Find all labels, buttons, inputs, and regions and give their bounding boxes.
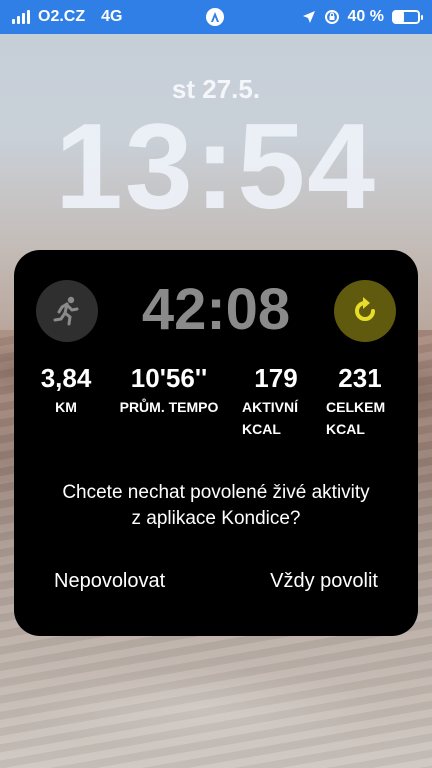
stat-label: CELKEM KCAL	[326, 399, 386, 437]
accessibility-icon	[206, 8, 224, 26]
stat-total-kcal: 231 CELKEM KCAL	[324, 362, 396, 440]
stat-value: 10'56''	[130, 363, 208, 393]
stat-distance: 3,84 KM	[34, 362, 98, 418]
stat-value: 179	[254, 363, 298, 393]
battery-percentage: 40 %	[347, 8, 384, 25]
status-left: O2.CZ 4G	[12, 8, 122, 26]
workout-stats: 3,84 KM 10'56'' PRŮM. TEMPO 179 AKTIVNÍ …	[34, 362, 404, 442]
stat-label: PRŮM. TEMPO	[119, 399, 219, 415]
status-bar: O2.CZ 4G 40 %	[0, 0, 432, 34]
rotation-lock-icon	[324, 10, 339, 24]
workout-timer: 42:08	[141, 277, 291, 342]
carrier-name: O2.CZ	[38, 8, 86, 25]
permission-question: Chcete nechat povolené živé aktivity z a…	[62, 482, 370, 529]
live-activity-card[interactable]: 42:08 3,84 KM 10'56'' PRŮM. TEMPO 179 AK…	[14, 250, 418, 636]
stat-active-kcal: 179 AKTIVNÍ KCAL	[240, 362, 312, 440]
stat-label: KM	[55, 399, 77, 415]
location-icon	[302, 11, 315, 23]
deny-button[interactable]: Nepovolovat	[54, 570, 165, 593]
refresh-icon	[355, 297, 375, 321]
refresh-button[interactable]	[334, 280, 396, 342]
running-icon	[36, 280, 98, 342]
status-right: 40 %	[302, 0, 423, 34]
stat-value: 231	[338, 363, 382, 393]
stat-label: AKTIVNÍ KCAL	[242, 399, 298, 437]
network-type: 4G	[101, 8, 123, 25]
lock-screen-clock: 13:54	[54, 98, 378, 234]
allow-button[interactable]: Vždy povolit	[270, 570, 378, 593]
stat-pace: 10'56'' PRŮM. TEMPO	[110, 362, 228, 418]
signal-icon	[12, 10, 30, 24]
battery-icon	[392, 10, 423, 24]
stat-value: 3,84	[40, 363, 92, 393]
battery-fill	[394, 12, 404, 22]
